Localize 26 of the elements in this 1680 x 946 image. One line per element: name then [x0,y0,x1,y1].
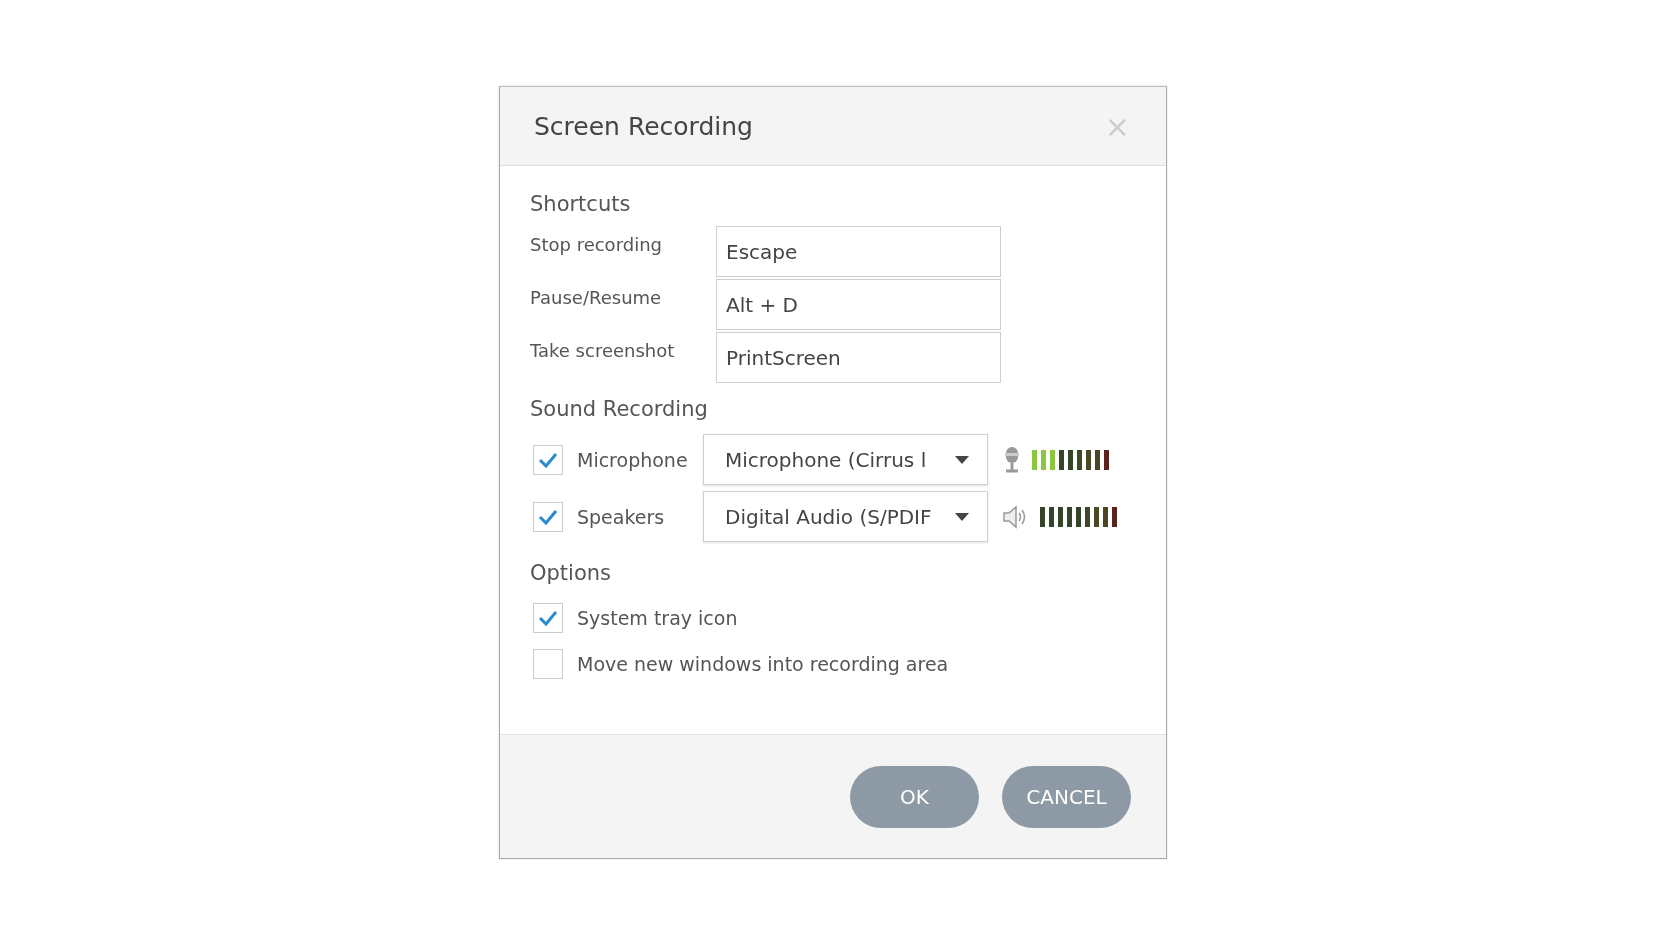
section-heading: Shortcuts [530,192,632,216]
checkbox-label: Move new windows into recording area [577,653,949,675]
checkbox-label: Speakers [577,505,666,528]
shortcut-field[interactable]: Alt + D [716,279,1001,330]
field-label: Take screenshot [530,339,676,361]
device-dropdown[interactable]: Digital Audio (S/PDIF [703,491,988,542]
checkbox[interactable] [533,603,563,633]
checkbox-label: System tray icon [577,607,738,629]
checkbox[interactable] [533,501,563,532]
dialog-title: Screen Recording [534,111,753,141]
section-heading: Options [530,561,613,585]
checkbox-label: Microphone [577,448,689,471]
checkbox[interactable] [533,444,563,475]
device-dropdown[interactable]: Microphone (Cirrus l [703,434,988,485]
caret-icon [955,512,969,521]
field-label: Pause/Resume [530,286,663,308]
shortcut-field[interactable]: Escape [716,226,1001,277]
field-label: Stop recording [530,233,663,255]
shortcut-field[interactable]: PrintScreen [716,332,1001,383]
section-heading: Sound Recording [530,397,709,421]
check-icon [538,508,558,525]
microphone-icon [1002,445,1022,474]
check-icon [538,451,558,468]
checkbox[interactable] [533,649,563,679]
caret-icon [955,455,969,464]
check-icon [538,610,558,626]
